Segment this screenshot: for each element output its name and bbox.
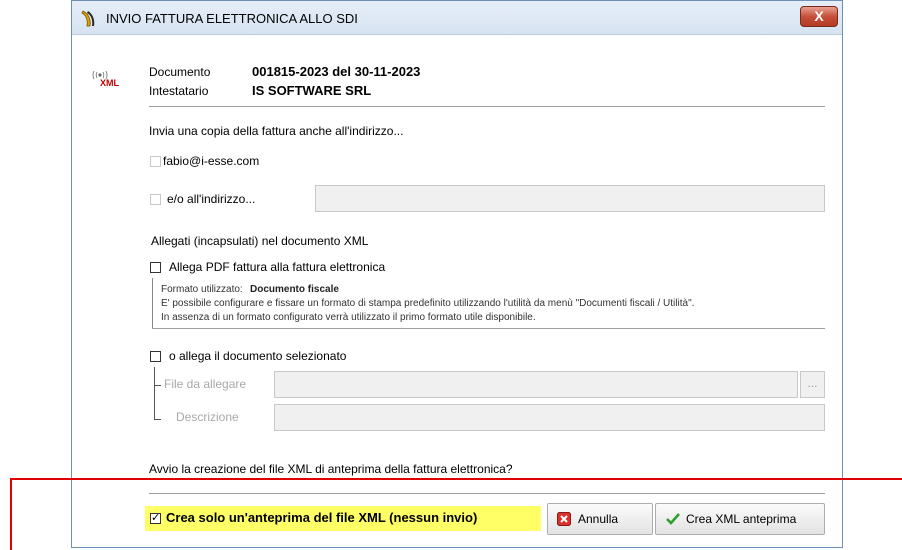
file-input[interactable] [274,371,798,398]
info-bracket [152,278,153,328]
description-label: Descrizione [176,410,239,424]
cancel-button[interactable]: Annulla [547,503,653,535]
description-input[interactable] [274,404,825,431]
email-checkbox[interactable] [150,156,161,167]
title-bar: INVIO FATTURA ELETTRONICA ALLO SDI X [72,1,842,35]
annotation-line-top [10,478,902,480]
xml-signal-icon: XML [92,70,120,87]
window-title: INVIO FATTURA ELETTRONICA ALLO SDI [106,11,358,26]
holder-label: Intestatario [149,84,209,98]
create-question: Avvio la creazione del file XML di antep… [149,462,513,476]
app-icon [81,10,95,27]
attach-pdf-label: Allega PDF fattura alla fattura elettron… [169,260,386,274]
ellipsis-icon: ... [807,376,818,390]
tree-connector-desc [154,385,161,420]
other-address-input[interactable] [315,185,825,212]
xml-icon-text: XML [100,78,120,87]
create-xml-preview-label: Crea XML anteprima [686,512,797,526]
cancel-button-label: Annulla [578,512,619,526]
attach-document-label: o allega il documento selezionato [169,349,347,363]
close-button[interactable]: X [800,6,838,27]
attach-document-checkbox[interactable] [150,351,161,362]
header-divider [149,106,825,107]
format-info-line1: E' possibile configurare e fissare un fo… [161,298,695,309]
browse-button[interactable]: ... [800,371,825,398]
footer-divider [149,493,825,494]
email-option-label: fabio@i-esse.com [163,154,260,168]
info-divider [152,328,825,329]
attach-pdf-checkbox[interactable] [150,262,161,273]
other-address-checkbox[interactable] [150,194,161,205]
document-label: Documento [149,65,211,79]
cancel-x-icon [557,512,571,526]
attachments-heading: Allegati (incapsulati) nel documento XML [151,234,369,248]
holder-value: IS SOFTWARE SRL [252,83,372,98]
file-label: File da allegare [164,377,247,391]
checkmark-icon [666,513,680,525]
copy-heading: Invia una copia della fattura anche all'… [149,124,404,138]
close-icon: X [814,8,824,24]
create-xml-preview-button[interactable]: Crea XML anteprima [655,503,825,535]
other-address-label: e/o all'indirizzo... [167,192,256,206]
document-value: 001815-2023 del 30-11-2023 [252,64,421,79]
format-info-line2: In assenza di un formato configurato ver… [161,312,536,323]
preview-only-label: Crea solo un'anteprima del file XML (nes… [166,510,478,525]
tree-connector-file [154,367,161,386]
annotation-line-left [10,478,12,550]
dialog-window: INVIO FATTURA ELETTRONICA ALLO SDI X XML… [71,0,843,548]
format-label: Formato utilizzato: [161,284,243,295]
format-value: Documento fiscale [250,284,339,295]
preview-only-checkbox[interactable] [150,511,161,524]
